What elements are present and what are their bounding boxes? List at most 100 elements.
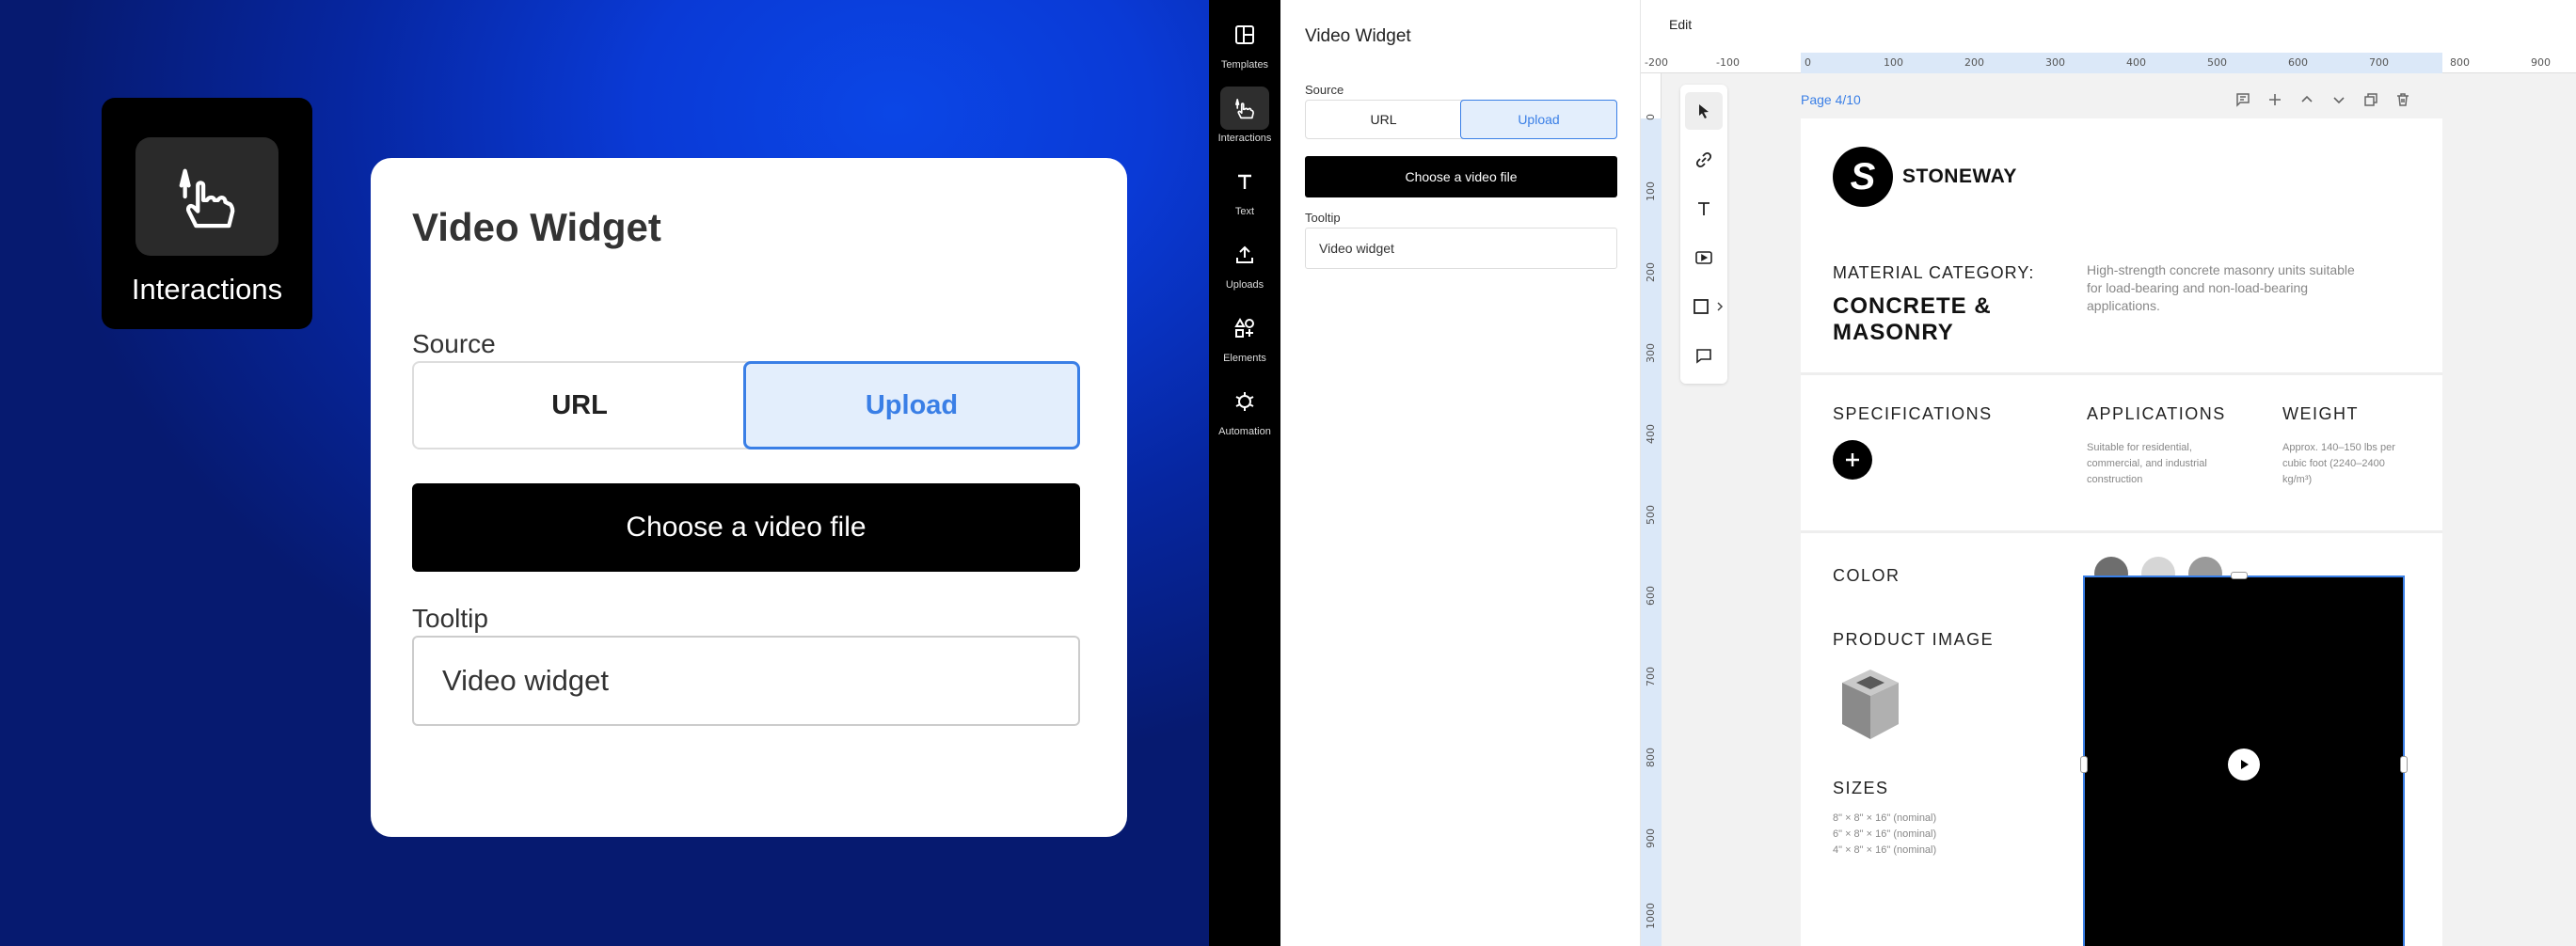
ruler-tick: 500 bbox=[1645, 505, 1657, 525]
color-heading: COLOR bbox=[1833, 566, 1900, 585]
ruler-tick: 200 bbox=[1645, 262, 1657, 282]
ruler-tick: 500 bbox=[2207, 56, 2227, 69]
video-widget-card: Video Widget Source URL Upload Choose a … bbox=[371, 158, 1127, 837]
interactions-icon bbox=[179, 168, 235, 229]
ruler-tick: 100 bbox=[1884, 56, 1903, 69]
sizes-heading: SIZES bbox=[1833, 779, 1889, 797]
ruler-tick: 100 bbox=[1645, 181, 1657, 201]
sidebar-label: Text bbox=[1234, 206, 1255, 217]
source-toggle: URL Upload bbox=[1305, 100, 1617, 139]
source-label: Source bbox=[1305, 83, 1344, 97]
page-indicator: Page 4/10 bbox=[1801, 92, 1861, 107]
shape-tool[interactable] bbox=[1685, 288, 1730, 325]
sidebar-item-interactions[interactable]: Interactions bbox=[1209, 87, 1280, 144]
section-divider bbox=[1801, 372, 2442, 375]
tool-sidebar: Templates Interactions Text Uploads Elem… bbox=[1209, 0, 1280, 946]
resize-handle-top[interactable] bbox=[2231, 572, 2248, 579]
applications-heading: APPLICATIONS bbox=[2087, 404, 2226, 423]
horizontal-ruler: -200 -100 0 100 200 300 400 500 600 700 … bbox=[1641, 53, 2576, 73]
sidebar-label: Uploads bbox=[1225, 279, 1264, 291]
card-title: Video Widget bbox=[412, 205, 661, 249]
interactions-icon bbox=[1235, 99, 1254, 119]
comment-icon bbox=[2236, 93, 2250, 107]
product-image-heading: PRODUCT IMAGE bbox=[1833, 630, 1995, 649]
page-up-button[interactable] bbox=[2298, 90, 2316, 109]
duplicate-icon bbox=[2364, 93, 2377, 106]
upload-icon bbox=[1236, 245, 1253, 263]
top-bar: Edit bbox=[1641, 0, 2576, 53]
select-tool[interactable] bbox=[1685, 92, 1723, 130]
ruler-tick: 300 bbox=[1645, 343, 1657, 363]
tooltip-label: Tooltip bbox=[412, 604, 488, 633]
elements-icon bbox=[1234, 318, 1254, 338]
tooltip-input[interactable]: Video widget bbox=[1305, 228, 1617, 269]
sidebar-item-uploads[interactable]: Uploads bbox=[1209, 233, 1280, 291]
sidebar-label: Automation bbox=[1218, 426, 1271, 437]
chevron-right-icon bbox=[1717, 302, 1724, 311]
video-icon bbox=[1695, 251, 1712, 264]
interactions-badge-icon-bg bbox=[135, 137, 278, 256]
size-item: 4" × 8" × 16" (nominal) bbox=[1833, 844, 1937, 856]
add-specification-button[interactable] bbox=[1833, 440, 1872, 480]
page-down-button[interactable] bbox=[2330, 90, 2348, 109]
chevron-up-icon bbox=[2301, 95, 2313, 102]
brand-logo: S bbox=[1833, 147, 1893, 207]
source-upload-option[interactable]: Upload bbox=[743, 361, 1080, 449]
page-actions bbox=[2234, 90, 2412, 109]
video-widget[interactable] bbox=[2080, 572, 2408, 946]
text-tool[interactable] bbox=[1685, 190, 1723, 228]
brand-name: STONEWAY bbox=[1902, 166, 2017, 187]
ruler-tick: 0 bbox=[1805, 56, 1811, 69]
source-url-option[interactable]: URL bbox=[414, 363, 745, 448]
ruler-tick: -200 bbox=[1645, 56, 1668, 69]
size-item: 6" × 8" × 16" (nominal) bbox=[1833, 828, 1937, 840]
page-add-button[interactable] bbox=[2266, 90, 2284, 109]
resize-handle-right[interactable] bbox=[2400, 756, 2408, 773]
sidebar-item-templates[interactable]: Templates bbox=[1209, 13, 1280, 71]
chevron-down-icon bbox=[2333, 97, 2345, 104]
ruler-tick: 300 bbox=[2045, 56, 2065, 69]
canvas-toolbar bbox=[1680, 85, 1727, 384]
weight-heading: WEIGHT bbox=[2282, 404, 2359, 423]
sidebar-label: Templates bbox=[1220, 59, 1269, 71]
text-icon bbox=[1698, 202, 1709, 215]
source-url-option[interactable]: URL bbox=[1306, 101, 1461, 138]
templates-icon bbox=[1235, 25, 1254, 44]
video-tool[interactable] bbox=[1685, 239, 1723, 276]
choose-video-button[interactable]: Choose a video file bbox=[1305, 156, 1617, 197]
material-description: High-strength concrete masonry units sui… bbox=[2087, 262, 2355, 313]
link-tool[interactable] bbox=[1685, 141, 1723, 179]
section-divider bbox=[1801, 530, 2442, 533]
specifications-heading: SPECIFICATIONS bbox=[1833, 404, 1993, 423]
choose-video-button[interactable]: Choose a video file bbox=[412, 483, 1080, 572]
sidebar-item-automation[interactable]: Automation bbox=[1209, 380, 1280, 437]
play-icon bbox=[2241, 760, 2249, 769]
sidebar-item-text[interactable]: Text bbox=[1209, 160, 1280, 217]
comment-tool[interactable] bbox=[1685, 337, 1723, 374]
vertical-ruler: 0 100 200 300 400 500 600 700 800 900 10… bbox=[1641, 73, 1662, 946]
ruler-tick: 1000 bbox=[1645, 903, 1657, 929]
edit-menu[interactable]: Edit bbox=[1669, 17, 1692, 32]
ruler-tick: 700 bbox=[2369, 56, 2389, 69]
document-page[interactable]: S STONEWAY MATERIAL CATEGORY: CONCRETE &… bbox=[1801, 118, 2442, 946]
square-icon bbox=[1693, 299, 1709, 314]
ruler-tick: -100 bbox=[1716, 56, 1740, 69]
source-toggle: URL Upload bbox=[412, 361, 1080, 449]
ruler-tick: 400 bbox=[1645, 424, 1657, 444]
plus-icon bbox=[1846, 453, 1859, 466]
sidebar-item-elements[interactable]: Elements bbox=[1209, 307, 1280, 364]
tooltip-input[interactable]: Video widget bbox=[412, 636, 1080, 726]
ruler-tick: 200 bbox=[1964, 56, 1984, 69]
material-category-label: MATERIAL CATEGORY: bbox=[1833, 263, 2035, 282]
page-comment-button[interactable] bbox=[2234, 90, 2252, 109]
play-button[interactable] bbox=[2228, 749, 2260, 780]
ruler-tick: 800 bbox=[2450, 56, 2470, 69]
ruler-tick: 900 bbox=[1645, 828, 1657, 848]
page-delete-button[interactable] bbox=[2393, 90, 2412, 109]
source-upload-option[interactable]: Upload bbox=[1460, 100, 1617, 139]
concrete-block-image bbox=[1842, 670, 1899, 739]
page-duplicate-button[interactable] bbox=[2361, 90, 2380, 109]
canvas-area: Edit -200 -100 0 100 200 300 400 500 600… bbox=[1641, 0, 2576, 946]
resize-handle-left[interactable] bbox=[2080, 756, 2088, 773]
link-icon bbox=[1695, 151, 1712, 168]
